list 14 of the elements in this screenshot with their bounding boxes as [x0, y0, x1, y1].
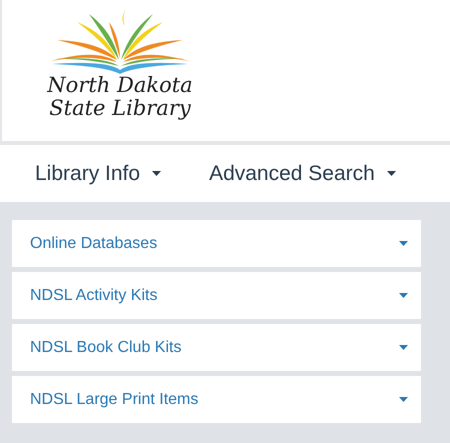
caret-icon [399, 397, 408, 402]
logo-text: State Library [49, 97, 191, 120]
accordion-item[interactable]: NDSL Book Club Kits [12, 324, 421, 371]
accordion-item[interactable]: NDSL Activity Kits [12, 272, 421, 319]
accordion-item[interactable]: NDSL Large Print Items [12, 376, 421, 423]
caret-icon [399, 345, 408, 350]
caret-icon [399, 241, 408, 246]
nav-menu[interactable]: Library Info [35, 162, 162, 186]
accordion-item[interactable]: Online Databases [12, 220, 421, 267]
caret-icon [386, 171, 396, 176]
caret-icon [399, 293, 408, 298]
logo-text: North Dakota [47, 74, 193, 97]
caret-icon [152, 171, 162, 176]
nav-menu[interactable]: Advanced Search [209, 162, 396, 186]
